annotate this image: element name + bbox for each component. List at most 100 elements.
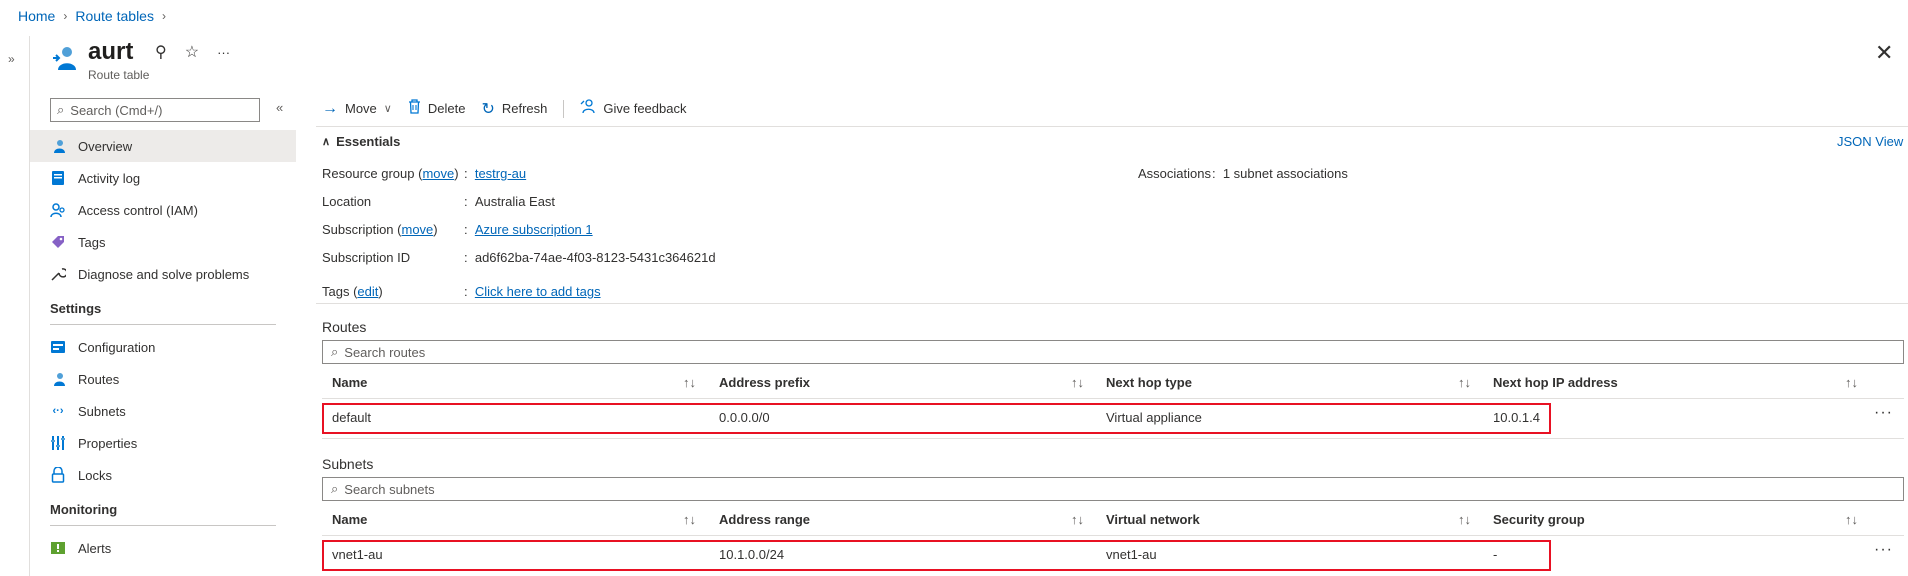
move-button[interactable]: → Move ∨ xyxy=(322,100,392,118)
delete-button[interactable]: Delete xyxy=(408,98,465,119)
sort-icon[interactable]: ↑↓ xyxy=(1845,512,1858,527)
menu-item-properties[interactable]: Properties xyxy=(30,427,296,459)
menu-search-placeholder: Search (Cmd+/) xyxy=(70,102,163,118)
routes-icon xyxy=(50,371,66,387)
menu-item-label: Subnets xyxy=(78,403,126,419)
refresh-button[interactable]: ↻ Refresh xyxy=(481,99,547,119)
feedback-icon xyxy=(580,98,596,119)
sort-icon[interactable]: ↑↓ xyxy=(1458,375,1471,390)
move-link[interactable]: move xyxy=(422,166,454,181)
favorite-star-icon[interactable]: ☆ xyxy=(185,42,199,62)
menu-item-alerts[interactable]: Alerts xyxy=(30,532,296,564)
move-link[interactable]: move xyxy=(402,222,434,237)
location-value-row: : Australia East xyxy=(464,194,556,209)
sort-icon[interactable]: ↑↓ xyxy=(683,375,696,390)
routes-col-next-hop-ip[interactable]: Next hop IP address xyxy=(1493,375,1618,390)
toolbar-separator xyxy=(563,99,565,118)
refresh-label: Refresh xyxy=(501,101,548,116)
add-tags-link[interactable]: Click here to add tags xyxy=(475,284,601,299)
location-label: Location xyxy=(322,194,372,209)
expand-menu-icon[interactable]: » xyxy=(8,52,15,66)
resource-group-label: Resource group (move) xyxy=(322,166,459,181)
table-cell: vnet1-au xyxy=(1106,547,1157,562)
routes-col-name[interactable]: Name xyxy=(332,375,367,390)
essentials-title: Essentials xyxy=(336,134,401,149)
subscription-id-value-row: : ad6f62ba-74ae-4f03-8123-5431c364621d xyxy=(464,250,716,265)
access-control-icon xyxy=(50,202,66,218)
breadcrumb-route-tables[interactable]: Route tables xyxy=(75,8,154,24)
menu-item-activity-log[interactable]: Activity log xyxy=(30,162,296,194)
resource-group-link[interactable]: testrg-au xyxy=(475,166,526,181)
arrow-right-icon: → xyxy=(322,99,338,117)
subnets-section-title: Subnets xyxy=(322,456,374,472)
associations-value-row: : 1 subnet associations xyxy=(1212,166,1348,181)
menu-item-locks[interactable]: Locks xyxy=(30,459,296,491)
menu-item-label: Overview xyxy=(78,138,133,154)
row-more-icon[interactable]: ··· xyxy=(1874,541,1893,559)
routes-search-input[interactable]: ⌕ Search routes xyxy=(322,340,1904,364)
routes-col-address-prefix[interactable]: Address prefix xyxy=(719,375,810,390)
essentials-toggle[interactable]: ∧ Essentials xyxy=(322,134,400,149)
menu-item-routes[interactable]: Routes xyxy=(30,363,296,395)
menu-item-overview[interactable]: Overview xyxy=(30,130,296,162)
resource-menu: Overview Activity log Access control (IA… xyxy=(30,130,296,564)
collapse-menu-icon[interactable]: « xyxy=(276,100,283,115)
subscription-value-row: : Azure subscription 1 xyxy=(464,222,593,237)
subnets-col-security-group[interactable]: Security group xyxy=(1493,512,1585,527)
menu-group-settings: Settings xyxy=(50,301,102,316)
menu-item-tags[interactable]: Tags xyxy=(30,226,296,258)
sort-icon[interactable]: ↑↓ xyxy=(683,512,696,527)
subscription-link[interactable]: Azure subscription 1 xyxy=(475,222,593,237)
left-rail xyxy=(0,36,30,576)
chevron-right-icon: › xyxy=(161,9,166,23)
edit-tags-link[interactable]: edit xyxy=(357,284,378,299)
subnets-search-placeholder: Search subnets xyxy=(344,481,435,497)
subscription-id-value: ad6f62ba-74ae-4f03-8123-5431c364621d xyxy=(474,250,716,265)
divider xyxy=(322,438,1904,439)
routes-section-title: Routes xyxy=(322,319,367,335)
associations-label: Associations xyxy=(1138,166,1211,181)
menu-item-label: Configuration xyxy=(78,339,156,355)
subnets-col-name[interactable]: Name xyxy=(332,512,367,527)
refresh-icon: ↻ xyxy=(481,100,495,118)
divider xyxy=(50,525,276,526)
divider xyxy=(50,324,276,325)
menu-item-access-control[interactable]: Access control (IAM) xyxy=(30,194,296,226)
subnets-search-input[interactable]: ⌕ Search subnets xyxy=(322,477,1904,501)
give-feedback-button[interactable]: Give feedback xyxy=(580,98,686,119)
pin-icon[interactable]: ⚲ xyxy=(155,42,167,62)
json-view-link[interactable]: JSON View xyxy=(1837,134,1903,149)
activity-log-icon xyxy=(50,170,66,186)
subscription-label: Subscription (move) xyxy=(322,222,438,237)
menu-item-label: Diagnose and solve problems xyxy=(78,266,250,282)
sort-icon[interactable]: ↑↓ xyxy=(1071,375,1084,390)
page-title: aurt xyxy=(88,38,134,65)
breadcrumb-home[interactable]: Home xyxy=(18,8,55,24)
sort-icon[interactable]: ↑↓ xyxy=(1845,375,1858,390)
highlight-box xyxy=(322,403,1551,434)
tags-label-text: Tags xyxy=(322,284,350,299)
menu-search-input[interactable]: ⌕ Search (Cmd+/) xyxy=(50,98,260,122)
wrench-icon xyxy=(50,266,66,282)
menu-item-label: Tags xyxy=(78,234,106,250)
divider xyxy=(322,398,1904,399)
more-options-icon[interactable]: ··· xyxy=(217,45,230,60)
chevron-up-icon: ∧ xyxy=(322,136,331,148)
routes-col-next-hop-type[interactable]: Next hop type xyxy=(1106,375,1192,390)
menu-group-monitoring: Monitoring xyxy=(50,502,118,517)
subnets-col-virtual-network[interactable]: Virtual network xyxy=(1106,512,1200,527)
subnets-col-address-range[interactable]: Address range xyxy=(719,512,810,527)
sort-icon[interactable]: ↑↓ xyxy=(1071,512,1084,527)
row-more-icon[interactable]: ··· xyxy=(1874,404,1893,422)
chevron-right-icon: › xyxy=(63,9,68,23)
trash-icon xyxy=(408,98,421,119)
menu-item-subnets[interactable]: ‹·› Subnets xyxy=(30,395,296,427)
menu-item-diagnose[interactable]: Diagnose and solve problems xyxy=(30,258,296,290)
menu-item-configuration[interactable]: Configuration xyxy=(30,331,296,363)
divider xyxy=(316,303,1908,304)
divider xyxy=(316,126,1908,127)
menu-item-label: Locks xyxy=(78,467,112,483)
routes-search-placeholder: Search routes xyxy=(344,344,426,360)
close-icon[interactable]: ✕ xyxy=(1875,40,1893,66)
sort-icon[interactable]: ↑↓ xyxy=(1458,512,1471,527)
